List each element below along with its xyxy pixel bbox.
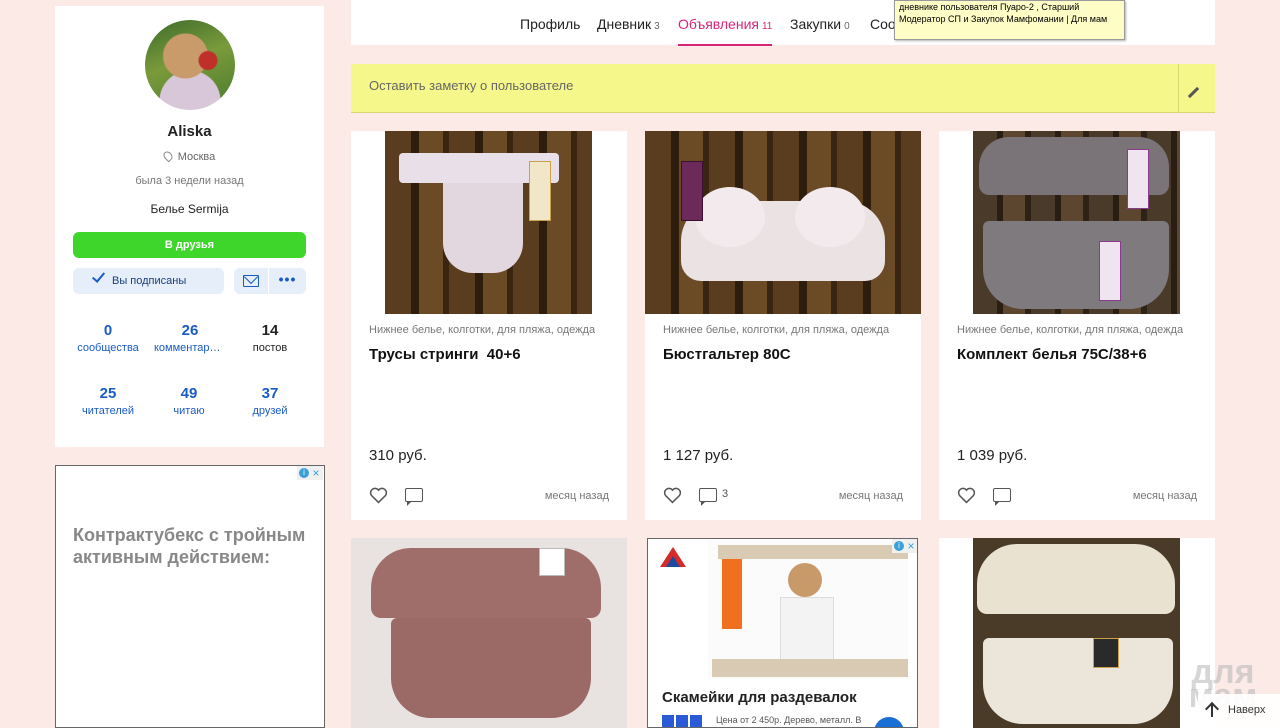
tab-ads[interactable]: Объявления 11 bbox=[678, 16, 773, 46]
ad-bench-icon bbox=[662, 715, 704, 727]
product-price: 1 039 руб. bbox=[957, 447, 1028, 464]
ad-text: Контрактубекс с тройным активным действи… bbox=[73, 525, 306, 567]
product-image[interactable] bbox=[939, 131, 1215, 314]
tab-label: Объявления bbox=[678, 16, 759, 32]
product-time: месяц назад bbox=[1132, 490, 1197, 502]
tab-count: 3 bbox=[654, 21, 660, 32]
ad-close-icon[interactable]: × bbox=[311, 466, 321, 480]
tab-purchases[interactable]: Закупки 0 bbox=[790, 16, 850, 32]
tab-profile[interactable]: Профиль bbox=[520, 16, 580, 32]
message-button[interactable] bbox=[234, 268, 268, 294]
stat-number: 37 bbox=[261, 385, 279, 402]
stat-label: читателей bbox=[81, 405, 134, 417]
product-title[interactable]: Комплект белья 75C/38+6 bbox=[957, 346, 1147, 363]
comment-count: 3 bbox=[722, 488, 729, 500]
mail-icon bbox=[243, 275, 259, 287]
note-placeholder[interactable]: Оставить заметку о пользователе bbox=[369, 78, 573, 93]
product-price: 1 127 руб. bbox=[663, 447, 734, 464]
stat-label: сообщества bbox=[77, 342, 139, 354]
user-status: Белье Sermija bbox=[150, 202, 229, 216]
ad-choices[interactable]: i × bbox=[297, 466, 323, 480]
subscribed-button[interactable]: Вы подписаны bbox=[73, 268, 224, 294]
tab-count: 0 bbox=[844, 21, 850, 32]
stat-friends[interactable]: 37 друзей bbox=[230, 385, 310, 417]
product-image[interactable] bbox=[645, 131, 921, 314]
product-time: месяц назад bbox=[544, 490, 609, 502]
heart-icon[interactable] bbox=[957, 487, 976, 504]
scroll-top-label: Наверх bbox=[1228, 704, 1266, 716]
stat-label: друзей bbox=[252, 405, 288, 417]
ad-title[interactable]: Скамейки для раздевалок bbox=[662, 689, 857, 706]
tab-count: 11 bbox=[761, 21, 773, 32]
ad-info-icon[interactable]: i bbox=[894, 541, 904, 551]
brand-logo-icon bbox=[660, 547, 686, 567]
product-image[interactable] bbox=[351, 131, 627, 314]
stat-number: 49 bbox=[180, 385, 198, 402]
heart-icon[interactable] bbox=[369, 487, 388, 504]
stat-comments[interactable]: 26 комментариев bbox=[150, 322, 230, 354]
product-time: месяц назад bbox=[838, 490, 903, 502]
tab-label: Соо bbox=[870, 16, 896, 32]
ad-close-icon[interactable]: × bbox=[906, 539, 916, 553]
tab-label: Профиль bbox=[520, 16, 581, 32]
stat-label: комментариев bbox=[154, 342, 226, 354]
location-text: Москва bbox=[177, 151, 216, 163]
subscribed-label: Вы подписаны bbox=[112, 275, 187, 287]
product-category: Нижнее белье, колготки, для пляжа, одежд… bbox=[957, 324, 1184, 336]
avatar[interactable] bbox=[145, 20, 235, 110]
comment-icon[interactable] bbox=[405, 488, 423, 506]
arrow-up-icon bbox=[1211, 704, 1213, 717]
last-seen: была 3 недели назад bbox=[135, 175, 244, 187]
advertisement-card[interactable]: i × Скамейки для раздевалок Цена от 2 45… bbox=[647, 538, 918, 728]
ad-choices[interactable]: i × bbox=[892, 539, 917, 553]
product-image[interactable] bbox=[351, 538, 627, 728]
stat-number: 25 bbox=[99, 385, 117, 402]
stat-readers[interactable]: 25 читателей bbox=[68, 385, 148, 417]
product-card[interactable]: Нижнее белье, колготки, для пляжа, одежд… bbox=[351, 131, 627, 520]
scroll-to-top-button[interactable]: Наверх bbox=[1198, 694, 1280, 728]
ad-image[interactable] bbox=[708, 541, 908, 679]
left-advertisement[interactable]: i × Контрактубекс с тройным активным дей… bbox=[55, 465, 325, 728]
profile-card: Aliska Москва была 3 недели назад Белье … bbox=[55, 6, 324, 447]
ad-subtitle: Цена от 2 450р. Дерево, металл. В bbox=[716, 715, 862, 725]
check-icon bbox=[91, 269, 106, 283]
stat-label: постов bbox=[252, 342, 288, 354]
stat-number: 0 bbox=[103, 322, 113, 339]
tab-diary[interactable]: Дневник 3 bbox=[597, 16, 660, 32]
stat-posts: 14 постов bbox=[230, 322, 310, 354]
stat-label: читаю bbox=[173, 405, 205, 417]
more-button[interactable]: ••• bbox=[269, 268, 306, 294]
product-category: Нижнее белье, колготки, для пляжа, одежд… bbox=[369, 324, 596, 336]
arrow-right-icon[interactable] bbox=[874, 717, 904, 727]
add-friend-button[interactable]: В друзья bbox=[73, 232, 306, 258]
comment-icon[interactable] bbox=[699, 488, 717, 506]
product-price: 310 руб. bbox=[369, 447, 427, 464]
location-pin-icon bbox=[161, 149, 175, 163]
product-card[interactable]: Нижнее белье, колготки, для пляжа, одежд… bbox=[645, 131, 921, 520]
location: Москва bbox=[55, 149, 324, 163]
stat-reading[interactable]: 49 читаю bbox=[149, 385, 229, 417]
divider bbox=[1178, 64, 1179, 113]
stat-number: 14 bbox=[261, 322, 279, 339]
tab-communities[interactable]: Соо bbox=[870, 16, 896, 32]
user-note-bar[interactable]: Оставить заметку о пользователе bbox=[351, 64, 1215, 113]
comment-icon[interactable] bbox=[993, 488, 1011, 506]
stat-communities[interactable]: 0 сообщества bbox=[68, 322, 148, 354]
product-title[interactable]: Бюстгальтер 80С bbox=[663, 346, 791, 363]
product-image[interactable] bbox=[973, 538, 1180, 728]
stat-number: 26 bbox=[181, 322, 199, 339]
product-card[interactable]: Нижнее белье, колготки, для пляжа, одежд… bbox=[939, 131, 1215, 520]
product-category: Нижнее белье, колготки, для пляжа, одежд… bbox=[663, 324, 890, 336]
pencil-icon[interactable] bbox=[1187, 86, 1200, 99]
product-title[interactable]: Трусы стринги 40+6 bbox=[369, 346, 521, 363]
tab-label: Дневник bbox=[597, 16, 652, 32]
heart-icon[interactable] bbox=[663, 487, 682, 504]
product-card[interactable] bbox=[351, 538, 627, 728]
username[interactable]: Aliska bbox=[55, 123, 324, 140]
tooltip: дневнике пользователя Пуаро-2 , Старший … bbox=[894, 0, 1125, 40]
ad-info-icon[interactable]: i bbox=[299, 468, 309, 478]
tab-label: Закупки bbox=[790, 16, 842, 32]
